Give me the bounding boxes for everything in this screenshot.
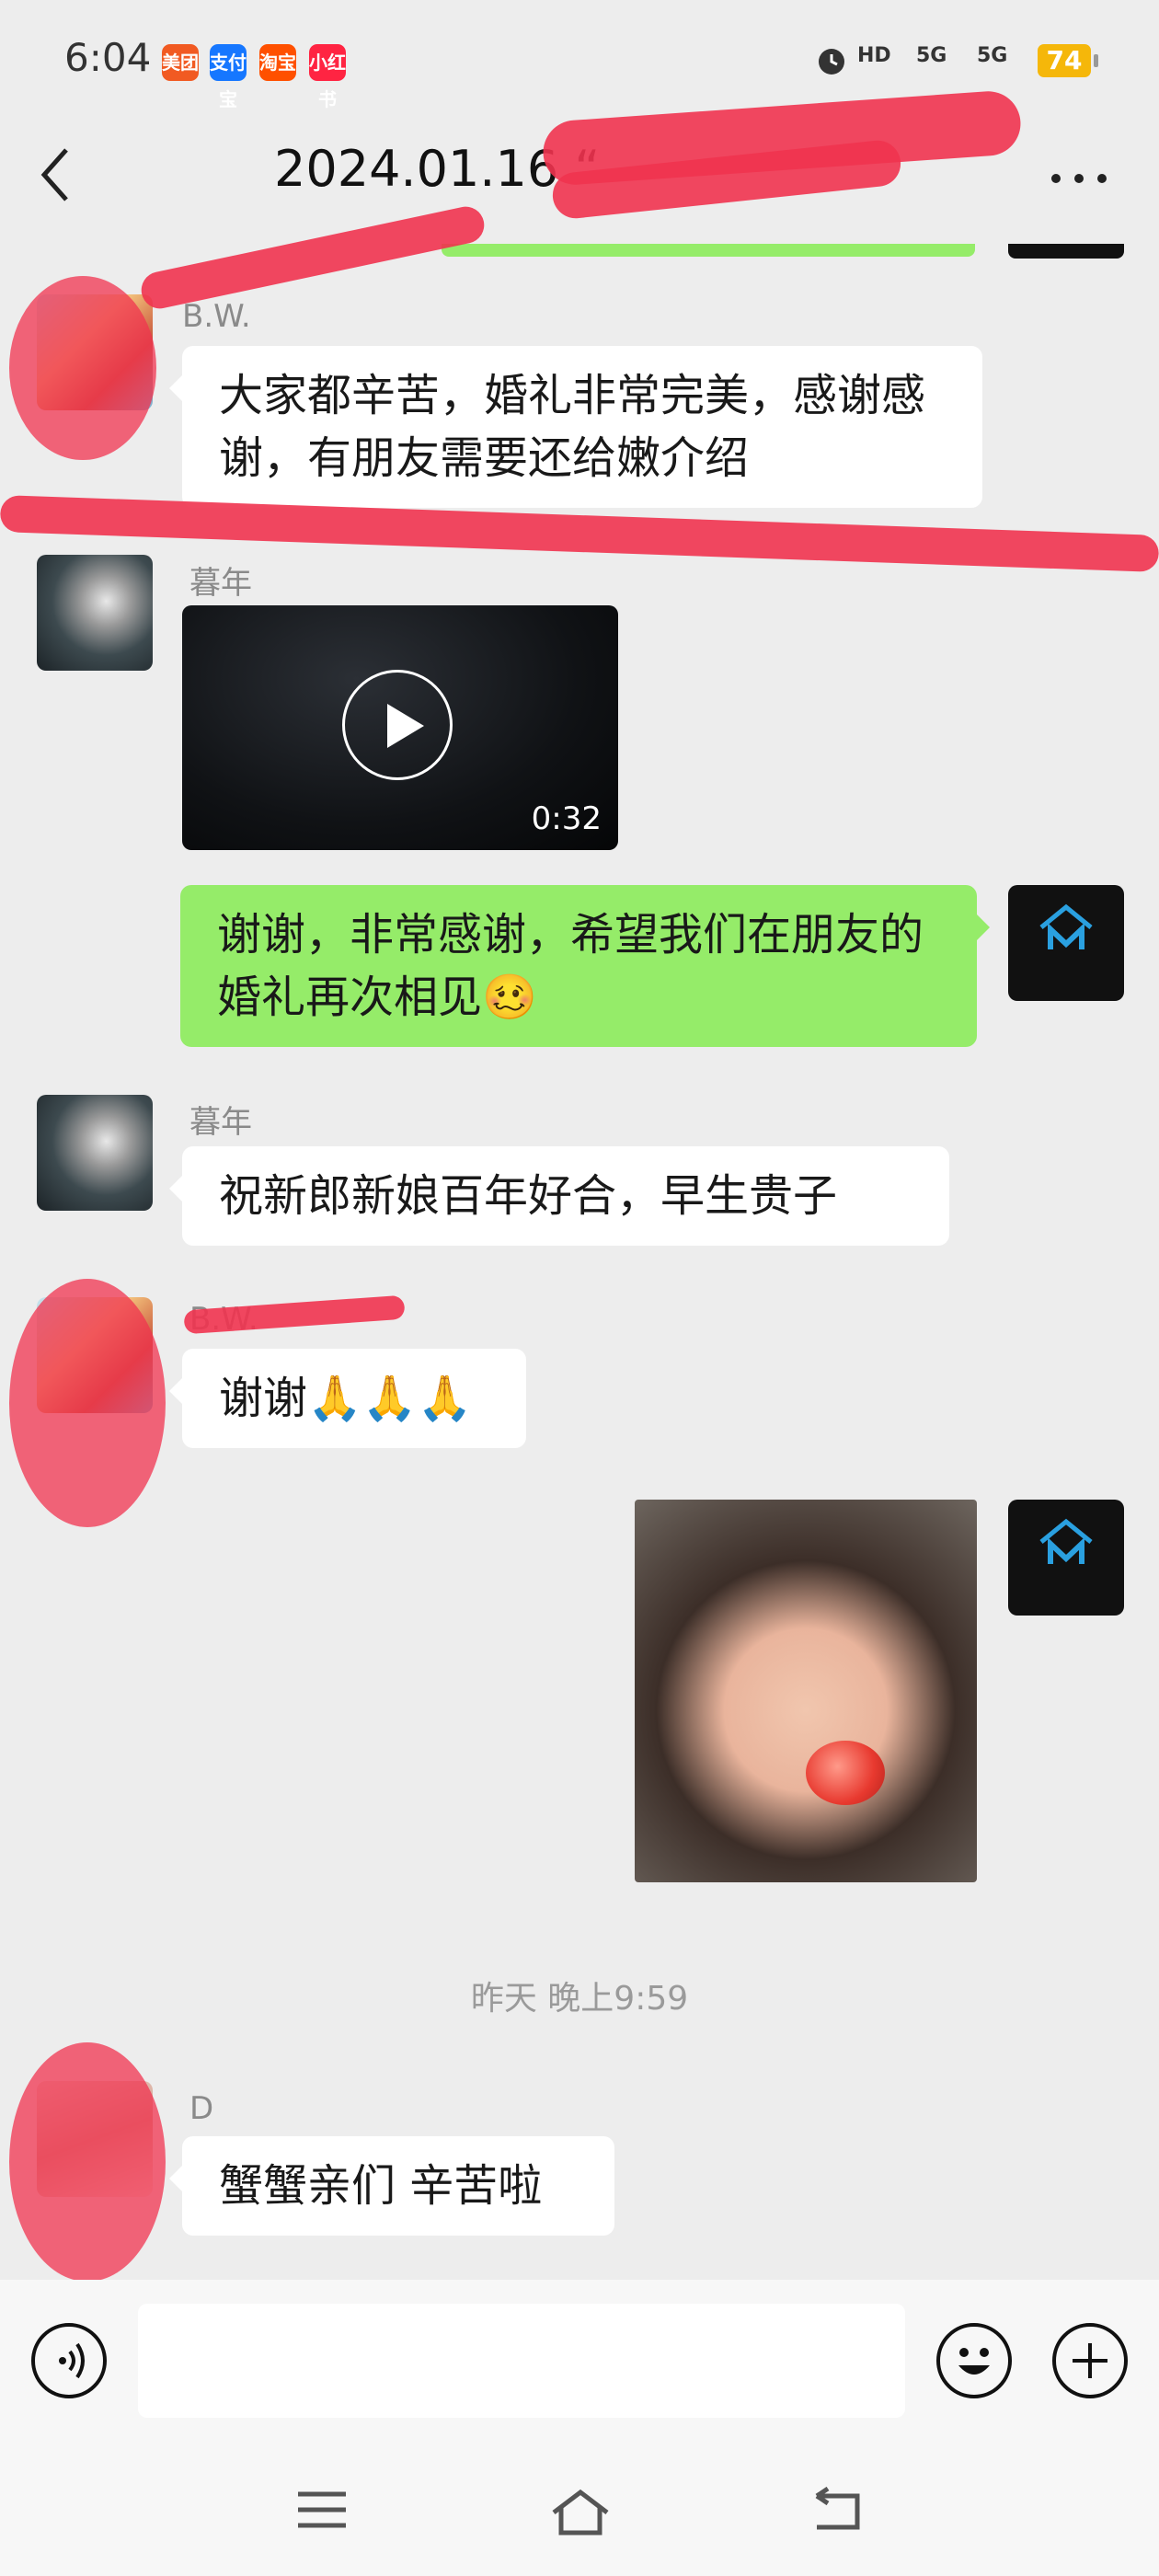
image-message[interactable]: [635, 1500, 977, 1882]
alarm-icon: [815, 44, 848, 83]
message-bubble[interactable]: 蟹蟹亲们 辛苦啦: [169, 2136, 614, 2236]
plus-icon[interactable]: [1052, 2323, 1128, 2398]
message-bubble[interactable]: 大家都辛苦，婚礼非常完美，感谢感谢，有朋友需要还给嫩介绍: [169, 346, 982, 508]
signal-5g-1: 5G: [916, 44, 947, 67]
message-bubble[interactable]: 祝新郎新娘百年好合，早生贵子: [169, 1146, 949, 1246]
input-bar: [0, 2280, 1159, 2441]
message-text: 谢谢，非常感谢，希望我们在朋友的婚礼再次相见: [217, 909, 924, 1023]
back-nav-icon[interactable]: [809, 2486, 865, 2533]
system-nav-bar: [0, 2441, 1159, 2576]
signal-5g-2: 5G: [977, 44, 1008, 67]
strawberry-in-photo: [806, 1741, 885, 1805]
message-bubble[interactable]: 谢谢🙏🙏🙏: [169, 1349, 526, 1448]
house-logo-icon: [1039, 903, 1093, 949]
previous-avatar-edge: [1008, 244, 1124, 259]
sender-name: B.W.: [182, 298, 251, 335]
time-separator: 昨天 晚上9:59: [470, 1980, 689, 2018]
home-icon[interactable]: [548, 2487, 609, 2536]
redaction-scribble: [9, 276, 156, 460]
woozy-face-icon: 🥴: [482, 972, 537, 1023]
voice-icon[interactable]: [31, 2323, 107, 2398]
more-icon[interactable]: [1049, 155, 1113, 191]
message-input[interactable]: [138, 2304, 905, 2418]
my-message-bubble[interactable]: 谢谢，非常感谢，希望我们在朋友的婚礼再次相见🥴: [180, 885, 990, 1047]
redaction-scribble: [9, 1279, 166, 1527]
video-duration: 0:32: [531, 800, 602, 837]
sender-name: 暮年: [189, 1104, 252, 1141]
play-icon[interactable]: [342, 670, 453, 780]
menu-icon[interactable]: [294, 2487, 350, 2533]
avatar[interactable]: [37, 1095, 153, 1211]
taobao-icon: 淘宝: [259, 44, 296, 81]
house-logo-icon: [1039, 1518, 1093, 1564]
avatar[interactable]: [37, 555, 153, 671]
previous-bubble-edge: [442, 244, 975, 257]
folded-hands-icon: 🙏🙏🙏: [307, 1373, 473, 1424]
chevron-left-icon[interactable]: [37, 143, 92, 225]
status-time: 6:04: [64, 35, 152, 80]
my-avatar[interactable]: [1008, 1500, 1124, 1616]
hd-indicator: HD: [857, 44, 891, 67]
xiaohongshu-icon: 小红书: [309, 44, 346, 110]
redaction-scribble: [9, 2042, 166, 2282]
video-message[interactable]: 0:32: [182, 605, 618, 850]
sender-name: 暮年: [189, 565, 252, 602]
meituan-icon: 美团: [162, 44, 199, 81]
my-avatar[interactable]: [1008, 885, 1124, 1001]
emoji-icon[interactable]: [936, 2323, 1012, 2398]
message-text: 谢谢: [219, 1373, 308, 1424]
sender-name: D: [189, 2090, 214, 2127]
battery-indicator: 74: [1038, 44, 1098, 77]
alipay-icon: 支付宝: [210, 44, 247, 110]
